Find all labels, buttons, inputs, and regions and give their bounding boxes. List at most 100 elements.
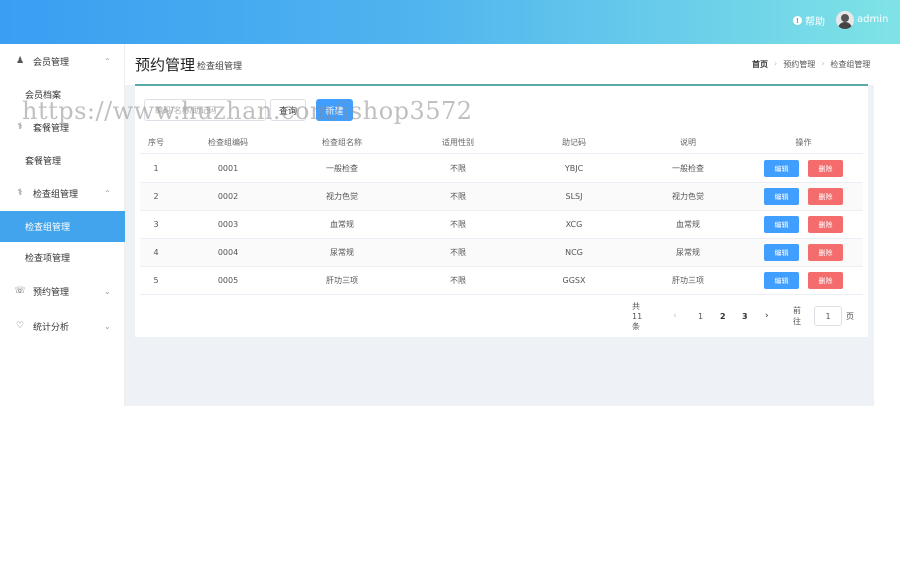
- breadcrumb: 首页 › 预约管理 › 检查组管理: [752, 59, 870, 70]
- column-header: 序号: [148, 137, 164, 147]
- sidebar-group-checkgroup[interactable]: ⚕ 检查组管理 ⌃: [0, 177, 125, 209]
- edit-button[interactable]: 编辑: [764, 244, 799, 261]
- table-row: 2 0002 视力色觉 不限 SLSJ 视力色觉 编辑 删除: [140, 183, 863, 211]
- user-name[interactable]: admin: [857, 14, 888, 25]
- table-row: 1 0001 一般检查 不限 YBJC 一般检查 编辑 删除: [140, 155, 863, 183]
- delete-button[interactable]: 删除: [808, 216, 843, 233]
- add-button[interactable]: 新建: [316, 99, 353, 121]
- cell-actions: 编辑 删除: [744, 183, 863, 210]
- page-unit-label: 页: [846, 311, 854, 321]
- cell-name: 血常规: [330, 220, 354, 229]
- sidebar-item-label: 会员档案: [25, 91, 62, 101]
- delete-button[interactable]: 删除: [808, 272, 843, 289]
- sidebar-group-label: 预约管理: [33, 287, 70, 298]
- cell-sex: 不限: [450, 248, 466, 257]
- cell-remark: 肝功三项: [672, 276, 704, 285]
- info-icon: !: [793, 16, 802, 25]
- sidebar-group-member[interactable]: ♟ 会员管理 ⌃: [0, 45, 125, 77]
- cell-actions: 编辑 删除: [744, 211, 863, 238]
- cell-name: 肝功三项: [326, 276, 358, 285]
- cell-code: 0001: [217, 164, 239, 173]
- page-title: 预约管理: [135, 56, 196, 74]
- cell-helpcode: NCG: [565, 248, 583, 257]
- cell-index: 2: [153, 192, 159, 201]
- sidebar-item-label: 套餐管理: [25, 157, 62, 167]
- breadcrumb-appointment[interactable]: 预约管理: [783, 59, 815, 70]
- avatar[interactable]: [836, 11, 854, 29]
- goto-label: 前往: [793, 306, 801, 326]
- delete-button[interactable]: 删除: [808, 188, 843, 205]
- cell-code: 0003: [217, 220, 239, 229]
- member-icon: ♟: [15, 56, 25, 66]
- breadcrumb-separator: ›: [821, 59, 825, 68]
- edit-button[interactable]: 编辑: [764, 160, 799, 177]
- column-header: 适用性别: [442, 137, 474, 147]
- cell-index: 5: [153, 276, 159, 285]
- chevron-down-icon: ⌄: [104, 321, 111, 331]
- sidebar-item-checkitem[interactable]: 检查项管理: [0, 242, 125, 273]
- sidebar-group-label: 检查组管理: [33, 189, 79, 200]
- sidebar-item-checkgroup[interactable]: 检查组管理: [0, 211, 125, 242]
- edit-button[interactable]: 编辑: [764, 188, 799, 205]
- help-label: 帮助: [805, 17, 825, 28]
- cell-actions: 编辑 删除: [744, 155, 863, 182]
- cell-code: 0005: [217, 276, 239, 285]
- sidebar-item-package[interactable]: 套餐管理: [0, 145, 125, 176]
- query-button[interactable]: 查询: [270, 99, 306, 121]
- cell-helpcode: SLSJ: [565, 192, 583, 201]
- cell-code: 0002: [217, 192, 239, 201]
- column-header: 操作: [795, 137, 812, 147]
- cell-sex: 不限: [450, 220, 466, 229]
- cell-name: 尿常规: [330, 248, 354, 257]
- cell-index: 3: [153, 220, 159, 229]
- column-header: 检查组编码: [208, 137, 248, 147]
- page-number[interactable]: 1: [698, 306, 703, 326]
- cell-sex: 不限: [450, 276, 466, 285]
- chevron-left-icon[interactable]: ‹: [673, 306, 677, 326]
- top-header: ! 帮助 admin: [0, 0, 900, 44]
- column-header: 助记码: [562, 137, 586, 147]
- sidebar: ♟ 会员管理 ⌃ 会员档案 ⚕ 套餐管理 套餐管理 ⚕ 检查组管理 ⌃ 检查组管…: [0, 44, 125, 406]
- heart-chart-icon: ♡: [15, 321, 25, 331]
- column-header: 检查组名称: [322, 137, 362, 147]
- cell-name: 视力色觉: [326, 192, 358, 201]
- table-row: 3 0003 血常规 不限 XCG 血常规 编辑 删除: [140, 211, 863, 239]
- cell-sex: 不限: [450, 164, 466, 173]
- delete-button[interactable]: 删除: [808, 244, 843, 261]
- goto-page-input[interactable]: 1: [814, 306, 842, 326]
- sidebar-group-package[interactable]: ⚕ 套餐管理: [0, 111, 125, 143]
- table-card: 编码/名称/助记码 查询 新建 序号 检查组编码 检查组名称 适用性别 助记码 …: [135, 84, 868, 337]
- page-subtitle: 检查组管理: [197, 62, 243, 72]
- edit-button[interactable]: 编辑: [764, 272, 799, 289]
- pagination-total: 共 11 条: [632, 301, 643, 331]
- table-row: 4 0004 尿常规 不限 NCG 尿常规 编辑 删除: [140, 239, 863, 267]
- page-number[interactable]: 3: [742, 306, 748, 326]
- breadcrumb-separator: ›: [774, 59, 778, 68]
- appointment-icon: ☏: [14, 286, 26, 296]
- stethoscope-icon: ⚕: [17, 122, 23, 132]
- breadcrumb-home[interactable]: 首页: [752, 59, 768, 70]
- cell-index: 1: [153, 164, 159, 173]
- cell-code: 0004: [217, 248, 239, 257]
- cell-remark: 尿常规: [676, 248, 700, 257]
- delete-button[interactable]: 删除: [808, 160, 843, 177]
- cell-helpcode: YBJC: [564, 164, 584, 173]
- page-number[interactable]: 2: [720, 306, 726, 326]
- page-header: 预约管理 检查组管理 首页 › 预约管理 › 检查组管理: [125, 44, 874, 85]
- cell-remark: 血常规: [676, 220, 700, 229]
- edit-button[interactable]: 编辑: [764, 216, 799, 233]
- sidebar-item-member-archive[interactable]: 会员档案: [0, 79, 125, 110]
- chevron-up-icon: ⌃: [104, 188, 111, 198]
- chevron-up-icon: ⌃: [104, 56, 111, 66]
- chevron-right-icon[interactable]: ›: [765, 306, 769, 326]
- sidebar-item-label: 检查项管理: [25, 254, 71, 264]
- cell-remark: 视力色觉: [672, 192, 704, 201]
- sidebar-group-appointment[interactable]: ☏ 预约管理 ⌄: [0, 275, 125, 307]
- sidebar-group-statistics[interactable]: ♡ 统计分析 ⌄: [0, 310, 125, 342]
- table-row: 5 0005 肝功三项 不限 GGSX 肝功三项 编辑 删除: [140, 267, 863, 295]
- help-link[interactable]: ! 帮助: [793, 13, 825, 28]
- cell-sex: 不限: [450, 192, 466, 201]
- search-input[interactable]: 编码/名称/助记码: [144, 99, 266, 121]
- cell-helpcode: GGSX: [562, 276, 586, 285]
- breadcrumb-current: 检查组管理: [830, 60, 871, 69]
